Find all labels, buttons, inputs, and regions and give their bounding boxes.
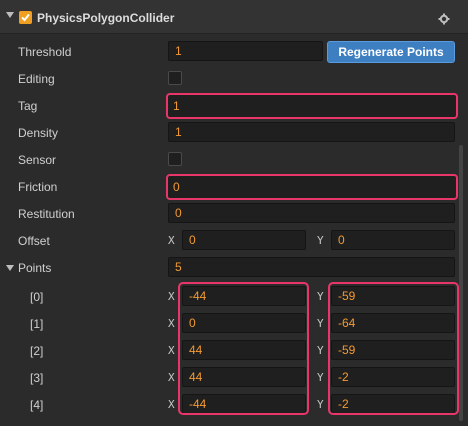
tag-label: Tag <box>18 99 38 113</box>
points-count-input[interactable]: 5 <box>168 257 455 277</box>
point-index-label: [4] <box>30 398 44 412</box>
point-y-input[interactable]: -64 <box>331 313 455 333</box>
collapse-caret-icon[interactable] <box>6 12 14 18</box>
point-y-input[interactable]: -2 <box>331 394 455 414</box>
point-index-label: [0] <box>30 290 44 304</box>
editing-checkbox[interactable] <box>168 71 182 85</box>
offset-y-axis-label: Y <box>317 234 324 247</box>
point-x-axis-label: X <box>168 371 175 384</box>
point-index-label: [1] <box>30 317 44 331</box>
editing-label: Editing <box>18 72 55 86</box>
checkmark-icon <box>21 13 30 22</box>
restitution-label: Restitution <box>18 207 75 221</box>
restitution-input[interactable]: 0 <box>168 203 455 223</box>
enabled-checkbox[interactable] <box>19 11 32 24</box>
density-label: Density <box>18 126 59 140</box>
friction-input[interactable]: 0 <box>166 174 458 200</box>
point-y-axis-label: Y <box>317 290 324 303</box>
component-header[interactable]: PhysicsPolygonCollider <box>0 0 468 34</box>
threshold-label: Threshold <box>18 45 72 59</box>
regenerate-points-button[interactable]: Regenerate Points <box>327 41 455 63</box>
point-y-input[interactable]: -2 <box>331 367 455 387</box>
gear-icon[interactable] <box>438 13 450 25</box>
points-label: Points <box>18 261 52 275</box>
point-x-axis-label: X <box>168 290 175 303</box>
offset-label: Offset <box>18 234 50 248</box>
point-y-input[interactable]: -59 <box>331 286 455 306</box>
inspector-panel: PhysicsPolygonCollider Threshold 1 Regen… <box>0 0 468 426</box>
scrollbar[interactable] <box>459 145 463 421</box>
point-y-axis-label: Y <box>317 398 324 411</box>
point-y-axis-label: Y <box>317 371 324 384</box>
point-x-input[interactable]: -44 <box>182 394 306 414</box>
point-y-axis-label: Y <box>317 317 324 330</box>
density-input[interactable]: 1 <box>168 122 455 142</box>
point-x-axis-label: X <box>168 398 175 411</box>
point-index-label: [2] <box>30 344 44 358</box>
friction-label: Friction <box>18 180 58 194</box>
point-x-input[interactable]: 44 <box>182 340 306 360</box>
point-index-label: [3] <box>30 371 44 385</box>
point-y-axis-label: Y <box>317 344 324 357</box>
point-x-input[interactable]: -44 <box>182 286 306 306</box>
component-title: PhysicsPolygonCollider <box>37 11 175 25</box>
offset-x-input[interactable]: 0 <box>182 230 306 250</box>
sensor-label: Sensor <box>18 153 57 167</box>
offset-x-axis-label: X <box>168 234 175 247</box>
point-x-axis-label: X <box>168 317 175 330</box>
point-x-input[interactable]: 0 <box>182 313 306 333</box>
point-x-axis-label: X <box>168 344 175 357</box>
tag-input[interactable]: 1 <box>166 93 458 119</box>
sensor-checkbox[interactable] <box>168 152 182 166</box>
point-x-input[interactable]: 44 <box>182 367 306 387</box>
points-caret-icon[interactable] <box>6 265 14 271</box>
offset-y-input[interactable]: 0 <box>331 230 455 250</box>
threshold-input[interactable]: 1 <box>168 41 323 61</box>
point-y-input[interactable]: -59 <box>331 340 455 360</box>
